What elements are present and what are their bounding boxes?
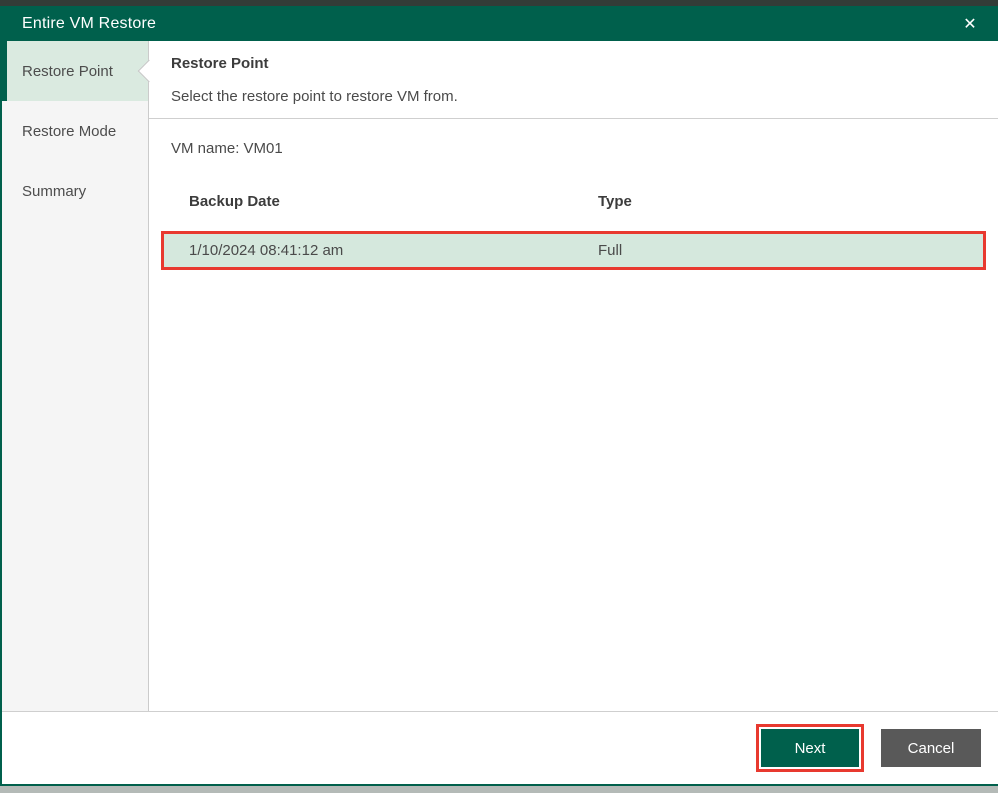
window-left-border bbox=[0, 41, 2, 786]
table-header-row: Backup Date Type bbox=[189, 192, 998, 211]
close-icon: ✕ bbox=[963, 14, 976, 34]
next-button[interactable]: Next bbox=[761, 729, 859, 767]
annotation-highlight-row: 1/10/2024 08:41:12 am Full bbox=[161, 231, 986, 270]
type-cell: Full bbox=[598, 242, 622, 259]
dialog-body: Restore Point Restore Mode Summary Resto… bbox=[0, 41, 998, 711]
cancel-button[interactable]: Cancel bbox=[881, 729, 981, 767]
sidebar-item-summary[interactable]: Summary bbox=[0, 161, 148, 221]
sidebar-item-restore-mode[interactable]: Restore Mode bbox=[0, 101, 148, 161]
dialog-footer: Next Cancel bbox=[0, 711, 998, 784]
step-label: Restore Point bbox=[22, 63, 113, 80]
entire-vm-restore-dialog: Entire VM Restore ✕ Restore Point Restor… bbox=[0, 0, 998, 793]
column-header-type[interactable]: Type bbox=[598, 192, 632, 211]
sidebar-item-restore-point[interactable]: Restore Point bbox=[0, 41, 148, 101]
wizard-steps-sidebar: Restore Point Restore Mode Summary bbox=[0, 41, 149, 711]
annotation-highlight-next: Next bbox=[756, 724, 864, 772]
restore-point-row[interactable]: 1/10/2024 08:41:12 am Full bbox=[164, 234, 983, 267]
close-button[interactable]: ✕ bbox=[950, 6, 990, 41]
desktop-strip bbox=[0, 786, 998, 793]
step-label: Restore Mode bbox=[22, 123, 116, 140]
column-header-backup-date[interactable]: Backup Date bbox=[189, 192, 598, 211]
step-description: Select the restore point to restore VM f… bbox=[171, 87, 976, 106]
step-title: Restore Point bbox=[171, 54, 976, 73]
title-bar: Entire VM Restore ✕ bbox=[0, 6, 998, 41]
vm-name-label: VM name: VM01 bbox=[171, 139, 976, 158]
step-content: Restore Point Select the restore point t… bbox=[149, 41, 998, 711]
step-header: Restore Point Select the restore point t… bbox=[149, 41, 998, 119]
window-title: Entire VM Restore bbox=[22, 15, 156, 33]
backup-date-cell: 1/10/2024 08:41:12 am bbox=[189, 242, 598, 259]
step-label: Summary bbox=[22, 183, 86, 200]
